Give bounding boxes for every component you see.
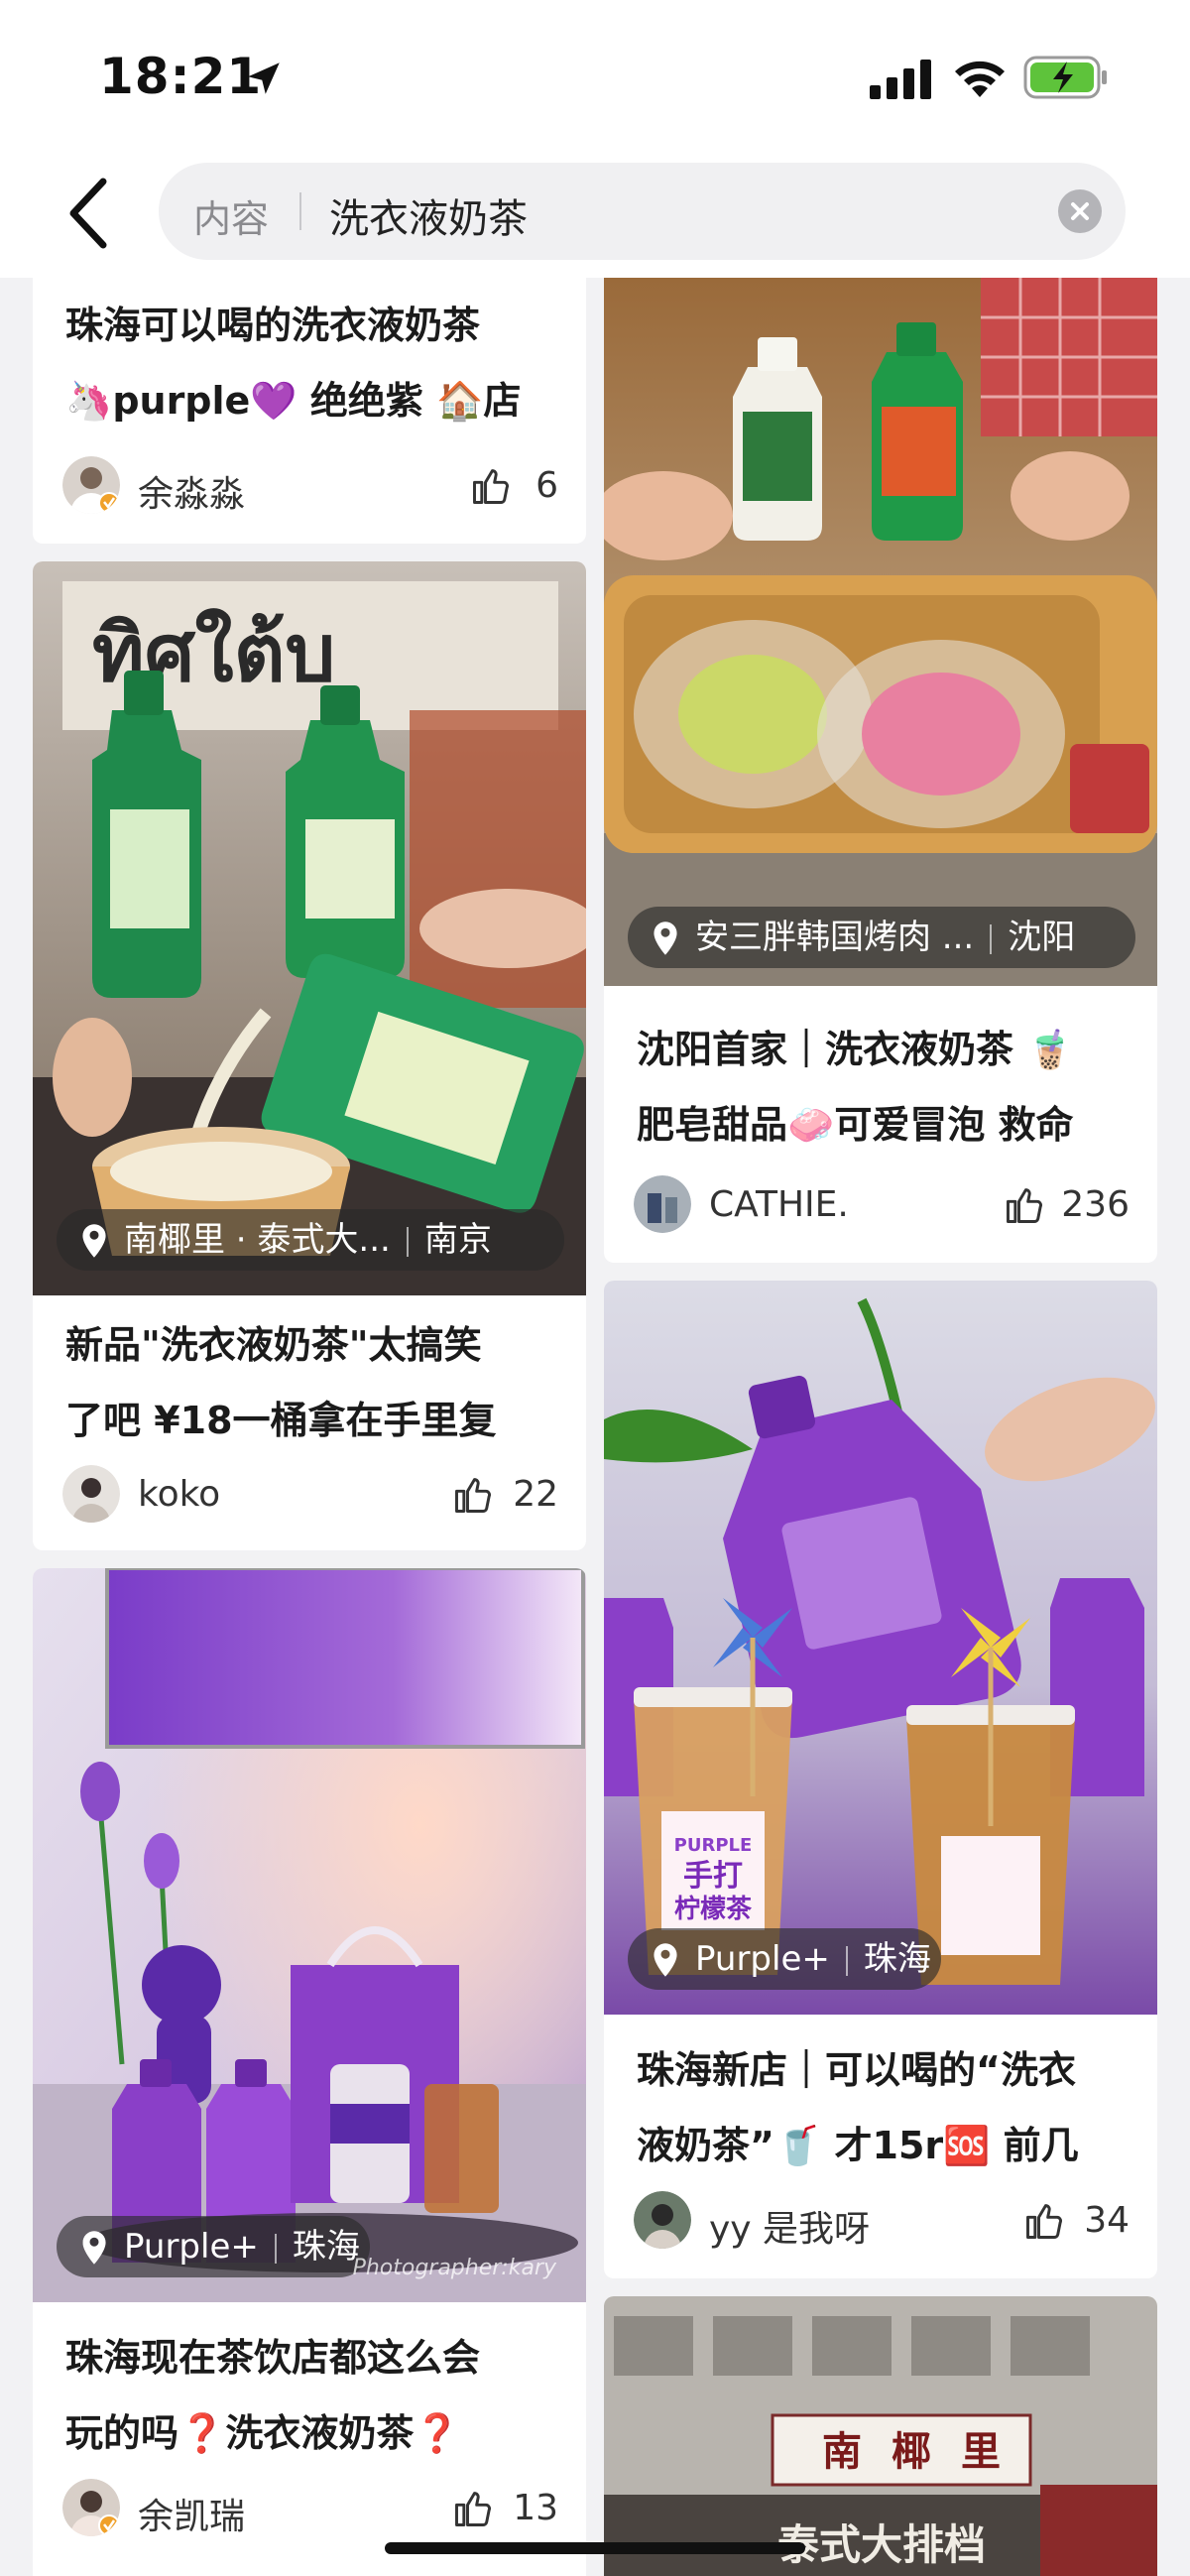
feed-card[interactable]: ทิศใต้บ 南椰里 · 泰式大... 南京 新品"洗衣液奶茶"太搞笑 了吧 …: [33, 561, 586, 1550]
sign-char: 椰: [892, 2428, 931, 2475]
purple-store-photo: [33, 1568, 586, 2302]
cup-brand-text: PURPLE: [674, 1835, 753, 1856]
like-icon[interactable]: [1022, 2199, 1066, 2243]
search-divider: [299, 192, 301, 230]
card-title: 珠海可以喝的洗衣液奶茶 🦄purple💜 绝绝紫 🏠店: [65, 288, 558, 438]
avatar[interactable]: [62, 1465, 120, 1523]
card-title-line: 沈阳首家｜洗衣液奶茶 🧋: [637, 1028, 1074, 1071]
feed-card[interactable]: Purple+ 珠海 Photographer:kary 珠海现在茶饮店都这么会 …: [33, 1568, 586, 2576]
photo-credit: Photographer:kary: [352, 2256, 556, 2280]
card-title-line: 珠海现在茶饮店都这么会: [65, 2336, 481, 2380]
location-pin-icon: [82, 1224, 106, 1258]
card-title: 珠海新店｜可以喝的“洗衣 液奶茶”🥤 才15r🆘 前几: [637, 2032, 1130, 2183]
card-image[interactable]: Purple+ 珠海 Photographer:kary: [33, 1568, 586, 2302]
location-city: 沈阳: [1008, 918, 1076, 957]
card-title: 沈阳首家｜洗衣液奶茶 🧋 肥皂甜品🧼可爱冒泡 救命: [637, 1012, 1130, 1163]
location-tag[interactable]: Purple+ 珠海: [57, 2216, 370, 2277]
close-icon: [1071, 202, 1089, 220]
wifi-icon: [955, 61, 1005, 97]
search-type-label[interactable]: 内容: [193, 188, 269, 243]
author-name[interactable]: CATHIE.: [709, 1184, 849, 1225]
like-count: 6: [536, 465, 558, 506]
location-arrow-icon: [248, 62, 280, 94]
author-row: 余淼淼 6: [62, 456, 558, 516]
sign-char: 南: [822, 2428, 862, 2475]
back-button[interactable]: [60, 174, 119, 253]
like-icon[interactable]: [1003, 1183, 1046, 1227]
sign-char: 里: [961, 2428, 1001, 2475]
card-image[interactable]: 南 椰 里 泰式大排档: [604, 2296, 1157, 2576]
like-icon[interactable]: [451, 1473, 495, 1517]
avatar[interactable]: [634, 2191, 691, 2249]
cup-label-text: 柠檬茶: [674, 1894, 753, 1924]
search-header: 内容 洗衣液奶茶: [0, 139, 1190, 278]
card-title-line: 珠海新店｜可以喝的“洗衣: [637, 2048, 1076, 2092]
card-title: 新品"洗衣液奶茶"太搞笑 了吧 ¥18一桶拿在手里复: [65, 1307, 558, 1458]
location-pin-icon: [82, 2231, 106, 2265]
search-input[interactable]: 洗衣液奶茶: [329, 186, 528, 244]
card-image[interactable]: PURPLE 手打 柠檬茶 Purple+ 珠海: [604, 1281, 1157, 2015]
sign-text: 泰式大排档: [777, 2520, 986, 2569]
location-city: 南京: [423, 1220, 492, 1260]
avatar[interactable]: [62, 2479, 120, 2536]
card-image[interactable]: ทิศใต้บ 南椰里 · 泰式大... 南京: [33, 561, 586, 1295]
feed-card[interactable]: PURPLE 手打 柠檬茶 Purple+ 珠海 珠海新店｜可以喝的“洗衣 液奶茶…: [604, 1281, 1157, 2278]
like-icon[interactable]: [451, 2487, 495, 2530]
like-count: 236: [1061, 1184, 1130, 1225]
cup-label-text: 手打: [683, 1859, 743, 1894]
like-count: 13: [513, 2488, 558, 2528]
location-separator: [274, 2233, 277, 2264]
author-row: koko 22: [62, 1465, 558, 1525]
location-separator: [990, 923, 993, 954]
location-separator: [845, 1945, 848, 1976]
like-count: 34: [1084, 2200, 1130, 2241]
location-tag[interactable]: 南椰里 · 泰式大... 南京: [57, 1209, 564, 1271]
author-name[interactable]: 余凯瑞: [138, 2488, 245, 2539]
signal-icon: [870, 60, 931, 99]
location-name: 安三胖韩国烤肉 ...: [695, 918, 975, 957]
location-name: Purple+: [695, 1939, 830, 1979]
purple-lemon-tea-photo: PURPLE 手打 柠檬茶: [604, 1281, 1157, 2015]
author-name[interactable]: yy 是我呀: [709, 2200, 870, 2252]
author-row: 余凯瑞 13: [62, 2479, 558, 2538]
location-name: Purple+: [124, 2227, 259, 2267]
storefront-photo: 南 椰 里 泰式大排档: [604, 2296, 1157, 2576]
status-bar: 18:21: [0, 0, 1190, 159]
avatar[interactable]: [62, 456, 120, 514]
home-indicator[interactable]: [385, 2542, 805, 2554]
card-title: 珠海现在茶饮店都这么会 玩的吗❓洗衣液奶茶❓: [65, 2320, 558, 2471]
location-pin-icon: [654, 921, 677, 955]
feed-card[interactable]: 安三胖韩国烤肉 ... 沈阳 沈阳首家｜洗衣液奶茶 🧋 肥皂甜品🧼可爱冒泡 救命 …: [604, 278, 1157, 1263]
soap-dessert-photo: [604, 278, 1157, 986]
feed-card[interactable]: 珠海可以喝的洗衣液奶茶 🦄purple💜 绝绝紫 🏠店 余淼淼 6: [33, 278, 586, 544]
feed-card[interactable]: 南 椰 里 泰式大排档: [604, 2296, 1157, 2576]
location-separator: [406, 1226, 409, 1257]
avatar[interactable]: [634, 1175, 691, 1233]
like-count: 22: [513, 1474, 558, 1515]
card-title-line: 液奶茶”🥤 才15r🆘 前几: [637, 2124, 1079, 2167]
author-row: CATHIE. 236: [634, 1175, 1130, 1235]
author-row: yy 是我呀 34: [634, 2191, 1130, 2251]
location-name: 南椰里 · 泰式大...: [124, 1220, 391, 1260]
location-pin-icon: [654, 1943, 677, 1977]
location-tag[interactable]: 安三胖韩国烤肉 ... 沈阳: [628, 907, 1135, 968]
like-icon[interactable]: [469, 464, 513, 508]
location-tag[interactable]: Purple+ 珠海: [628, 1928, 941, 1990]
card-title-line: 了吧 ¥18一桶拿在手里复: [65, 1399, 497, 1442]
search-bar[interactable]: 内容 洗衣液奶茶: [159, 163, 1126, 260]
author-name[interactable]: 余淼淼: [138, 465, 245, 517]
card-title-line: 肥皂甜品🧼可爱冒泡 救命: [637, 1103, 1074, 1147]
card-title-line: 新品"洗衣液奶茶"太搞笑: [65, 1323, 482, 1367]
laundry-bottle-milk-tea-photo: ทิศใต้บ: [33, 561, 586, 1295]
author-name[interactable]: koko: [138, 1474, 220, 1515]
location-city: 珠海: [863, 1939, 931, 1979]
location-city: 珠海: [292, 2227, 360, 2267]
card-title-line: 珠海可以喝的洗衣液奶茶: [65, 304, 481, 347]
status-time: 18:21: [99, 48, 263, 105]
card-title-line: 🦄purple💜 绝绝紫 🏠店: [65, 379, 522, 423]
card-image[interactable]: 安三胖韩国烤肉 ... 沈阳: [604, 278, 1157, 986]
battery-charging-icon: [1023, 56, 1107, 99]
card-title-line: 玩的吗❓洗衣液奶茶❓: [65, 2411, 461, 2455]
clear-search-button[interactable]: [1058, 189, 1102, 233]
